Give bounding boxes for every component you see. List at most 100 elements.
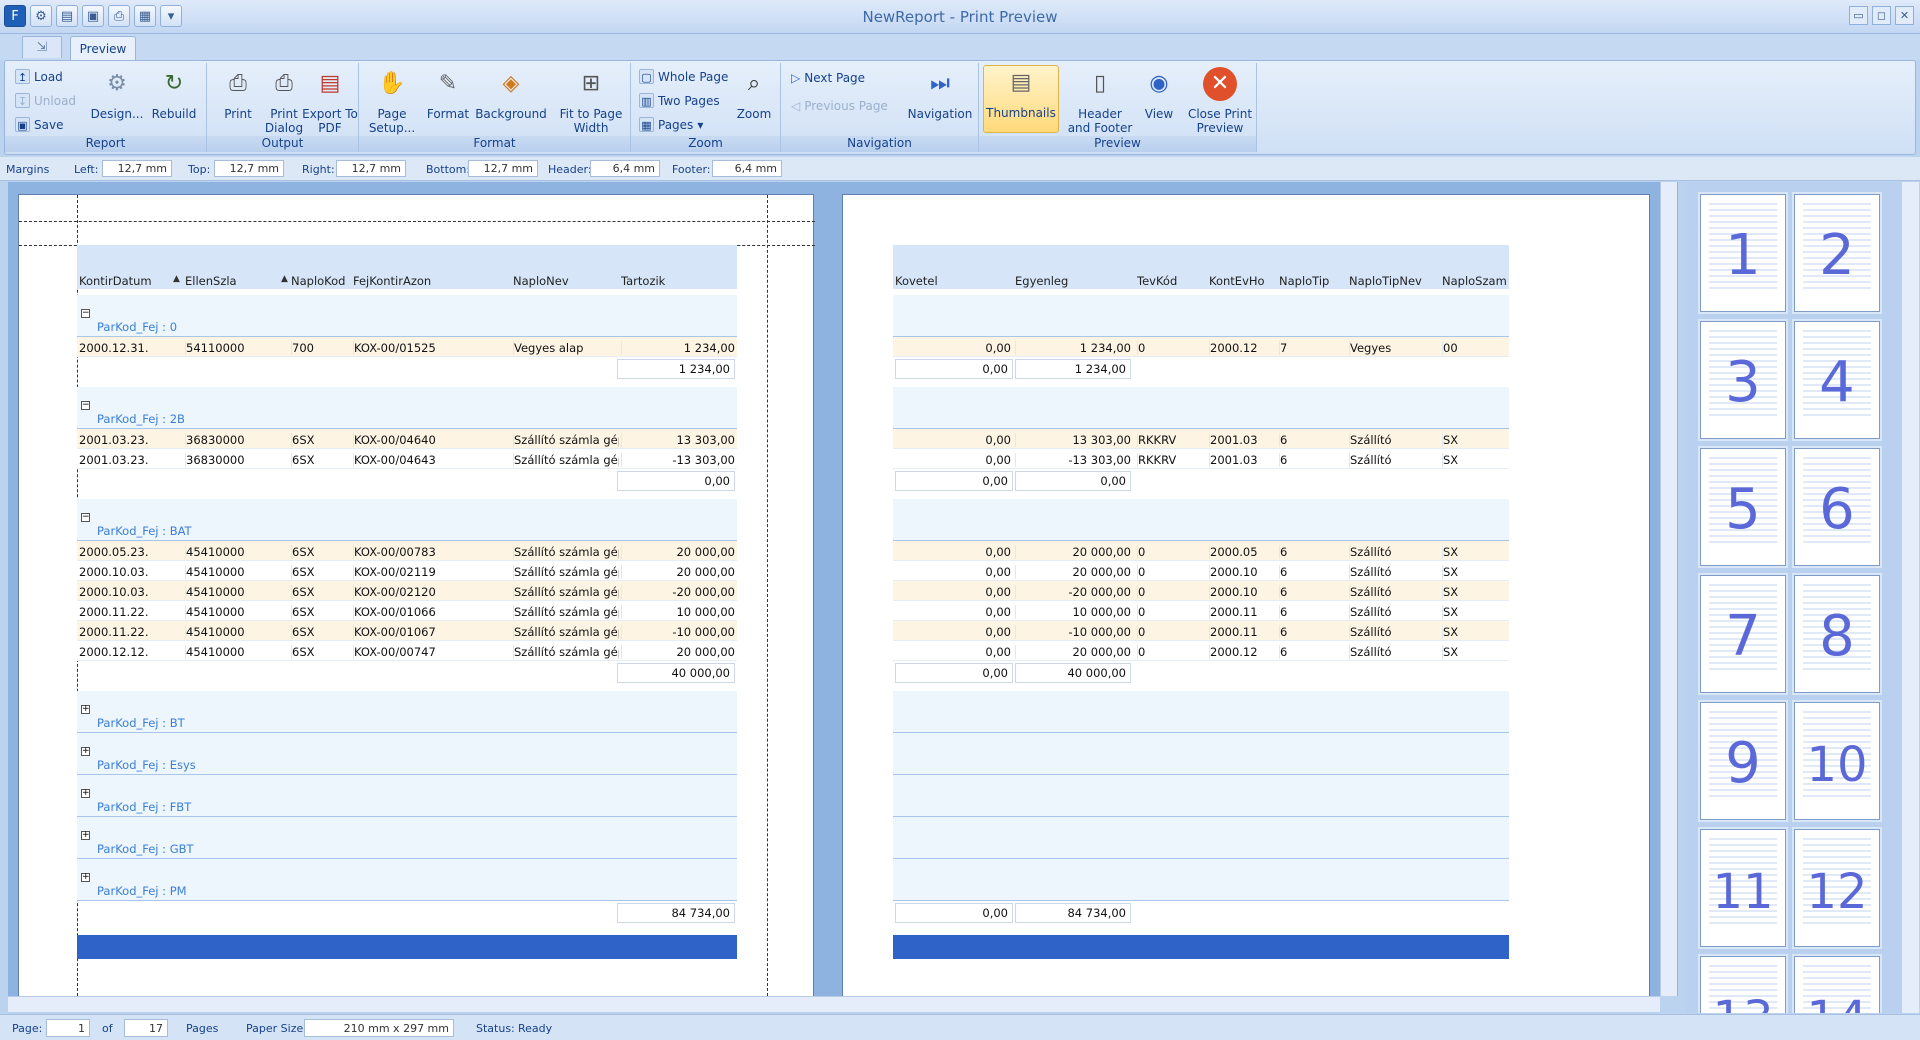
left-margin-field[interactable]: 12,7 mm bbox=[102, 160, 172, 177]
format-icon: ✎ bbox=[438, 71, 458, 96]
table-cell: Szállító számla gépi kontírozás bbox=[513, 433, 619, 447]
page-thumbnail[interactable]: 9 bbox=[1700, 702, 1786, 820]
page-thumbnail[interactable]: 12 bbox=[1794, 829, 1880, 947]
tab-preview[interactable]: Preview bbox=[70, 36, 136, 60]
column-header[interactable]: NaploTipNev bbox=[1349, 274, 1439, 288]
page-thumbnail[interactable]: 1 bbox=[1700, 194, 1786, 312]
right-margin-field[interactable]: 12,7 mm bbox=[336, 160, 406, 177]
group-toggle-icon[interactable]: + bbox=[81, 705, 90, 714]
thumbnails-scrollbar[interactable] bbox=[1902, 182, 1919, 1013]
page-thumbnail[interactable]: 4 bbox=[1794, 321, 1880, 439]
group-toggle-icon[interactable]: − bbox=[81, 401, 90, 410]
view-button[interactable]: ◉ View bbox=[1135, 67, 1183, 121]
table-cell: 2000.11.22. bbox=[79, 605, 149, 619]
column-header[interactable]: TevKód bbox=[1137, 274, 1205, 288]
unload-button[interactable]: ↧ Unload bbox=[15, 93, 76, 108]
top-margin-field[interactable]: 12,7 mm bbox=[214, 160, 284, 177]
table-cell: 6 bbox=[1279, 545, 1345, 559]
rebuild-button[interactable]: ↻ Rebuild bbox=[145, 67, 203, 121]
table-cell: 0 bbox=[1137, 605, 1205, 619]
top-margin-label: Top: bbox=[188, 163, 211, 176]
vertical-scrollbar[interactable] bbox=[1660, 182, 1677, 996]
status-label: Status: bbox=[476, 1022, 515, 1035]
table-cell: Szállító számla gépi kontírozás bbox=[513, 645, 619, 659]
window-title: NewReport - Print Preview bbox=[862, 8, 1058, 26]
column-header[interactable]: Egyenleg bbox=[1015, 274, 1131, 288]
column-header[interactable]: KontirDatum bbox=[79, 274, 183, 288]
group-toggle-icon[interactable]: + bbox=[81, 831, 90, 840]
maximize-icon[interactable]: ◻ bbox=[1872, 6, 1891, 25]
load-button[interactable]: ↥ Load bbox=[15, 69, 63, 84]
current-page-field[interactable]: 1 bbox=[46, 1019, 90, 1037]
page-thumbnail[interactable]: 3 bbox=[1700, 321, 1786, 439]
table-cell: Szállító bbox=[1349, 605, 1439, 619]
table-cell: KOX-00/01067 bbox=[353, 625, 511, 639]
two-pages-button[interactable]: ▥ Two Pages bbox=[639, 93, 720, 108]
group-toggle-icon[interactable]: + bbox=[81, 747, 90, 756]
export-pdf-button[interactable]: ▤ Export To PDF bbox=[301, 67, 359, 135]
group-report: ↥ Load ↧ Unload ▣ Save ⚙ Design... ↻ Rebuild … bbox=[5, 63, 207, 152]
column-header[interactable]: KontEvHo bbox=[1209, 274, 1275, 288]
column-header[interactable]: EllenSzla bbox=[185, 274, 289, 288]
whole-page-button[interactable]: ▢ Whole Page bbox=[639, 69, 728, 84]
page-thumbnail[interactable]: 6 bbox=[1794, 448, 1880, 566]
format-button[interactable]: ✎ Format bbox=[419, 67, 477, 121]
minimize-icon[interactable]: ▭ bbox=[1849, 6, 1868, 25]
group-toggle-icon[interactable]: − bbox=[81, 513, 90, 522]
next-page-button[interactable]: ▷ Next Page bbox=[791, 71, 865, 85]
group-total: 40 000,00 bbox=[617, 663, 735, 683]
application-menu-button[interactable]: ⇲ bbox=[22, 36, 62, 58]
thumbnail-number: 2 bbox=[1819, 223, 1855, 288]
column-header[interactable]: Kovetel bbox=[895, 274, 1011, 288]
pages-dropdown[interactable]: ▦ Pages ▾ bbox=[639, 117, 703, 132]
page-thumbnail[interactable]: 5 bbox=[1700, 448, 1786, 566]
column-header[interactable]: NaploNev bbox=[513, 274, 619, 288]
page-thumbnail[interactable]: 11 bbox=[1700, 829, 1786, 947]
group-header-band bbox=[893, 387, 1509, 429]
footer-margin-field[interactable]: 6,4 mm bbox=[712, 160, 782, 177]
page-thumbnail[interactable]: 13 bbox=[1700, 956, 1786, 1013]
save-button[interactable]: ▣ Save bbox=[15, 117, 63, 132]
table-cell: 0,00 bbox=[985, 433, 1011, 447]
background-button[interactable]: ◈ Background bbox=[475, 67, 547, 121]
zoom-button[interactable]: ⌕ Zoom bbox=[729, 67, 779, 121]
page-thumbnail[interactable]: 2 bbox=[1794, 194, 1880, 312]
navigation-button[interactable]: ⏭ Navigation bbox=[905, 67, 975, 121]
header-footer-button[interactable]: ▯ Header and Footer bbox=[1067, 67, 1133, 135]
column-header[interactable]: FejKontirAzon bbox=[353, 274, 511, 288]
table-cell: Szállító számla gépi kontírozás bbox=[513, 565, 619, 579]
close-preview-button[interactable]: ✕ Close Print Preview bbox=[1185, 67, 1255, 135]
column-header[interactable]: NaploTip bbox=[1279, 274, 1345, 288]
table-cell: 0 bbox=[1137, 565, 1205, 579]
column-header[interactable]: Tartozik bbox=[621, 274, 735, 288]
page-thumbnail[interactable]: 14 bbox=[1794, 956, 1880, 1013]
page-setup-button[interactable]: ✋ Page Setup... bbox=[363, 67, 421, 135]
table-cell: -10 000,00 bbox=[621, 625, 735, 639]
page-thumbnail[interactable]: 10 bbox=[1794, 702, 1880, 820]
table-cell: SX bbox=[1442, 605, 1506, 619]
table-cell: 2000.10 bbox=[1209, 565, 1275, 579]
design-button[interactable]: ⚙ Design... bbox=[85, 67, 149, 121]
header-margin-field[interactable]: 6,4 mm bbox=[590, 160, 660, 177]
bottom-margin-field[interactable]: 12,7 mm bbox=[468, 160, 538, 177]
close-icon[interactable]: ✕ bbox=[1895, 6, 1914, 25]
table-cell: 0,00 bbox=[985, 545, 1011, 559]
preview-viewport[interactable]: KontirDatum EllenSzla NaploKod FejKontirAzo… bbox=[8, 182, 1678, 1001]
table-cell: 2001.03.23. bbox=[79, 453, 149, 467]
previous-page-button[interactable]: ◁ Previous Page bbox=[791, 99, 888, 113]
column-header[interactable]: NaploKod bbox=[291, 274, 351, 288]
page-thumbnail[interactable]: 7 bbox=[1700, 575, 1786, 693]
page-thumbnail[interactable]: 8 bbox=[1794, 575, 1880, 693]
thumbnails-panel: 1234567891011121314 bbox=[1686, 182, 1902, 1013]
horizontal-scrollbar[interactable] bbox=[8, 996, 1660, 1012]
thumbnail-number: 6 bbox=[1819, 477, 1855, 542]
group-label: ParKod_Fej : BT bbox=[97, 716, 185, 730]
group-toggle-icon[interactable]: + bbox=[81, 789, 90, 798]
group-toggle-icon[interactable]: + bbox=[81, 873, 90, 882]
group-header-band bbox=[893, 775, 1509, 817]
fit-width-button[interactable]: ⊞ Fit to Page Width bbox=[555, 67, 627, 135]
column-header[interactable]: NaploSzam bbox=[1442, 274, 1506, 288]
title-bar: F ⚙ ▤ ▣ ⎙ ▦ ▾ NewReport - Print Preview … bbox=[0, 0, 1920, 34]
thumbnails-button[interactable]: ▤ Thumbnails bbox=[983, 65, 1059, 133]
group-toggle-icon[interactable]: − bbox=[81, 309, 90, 318]
